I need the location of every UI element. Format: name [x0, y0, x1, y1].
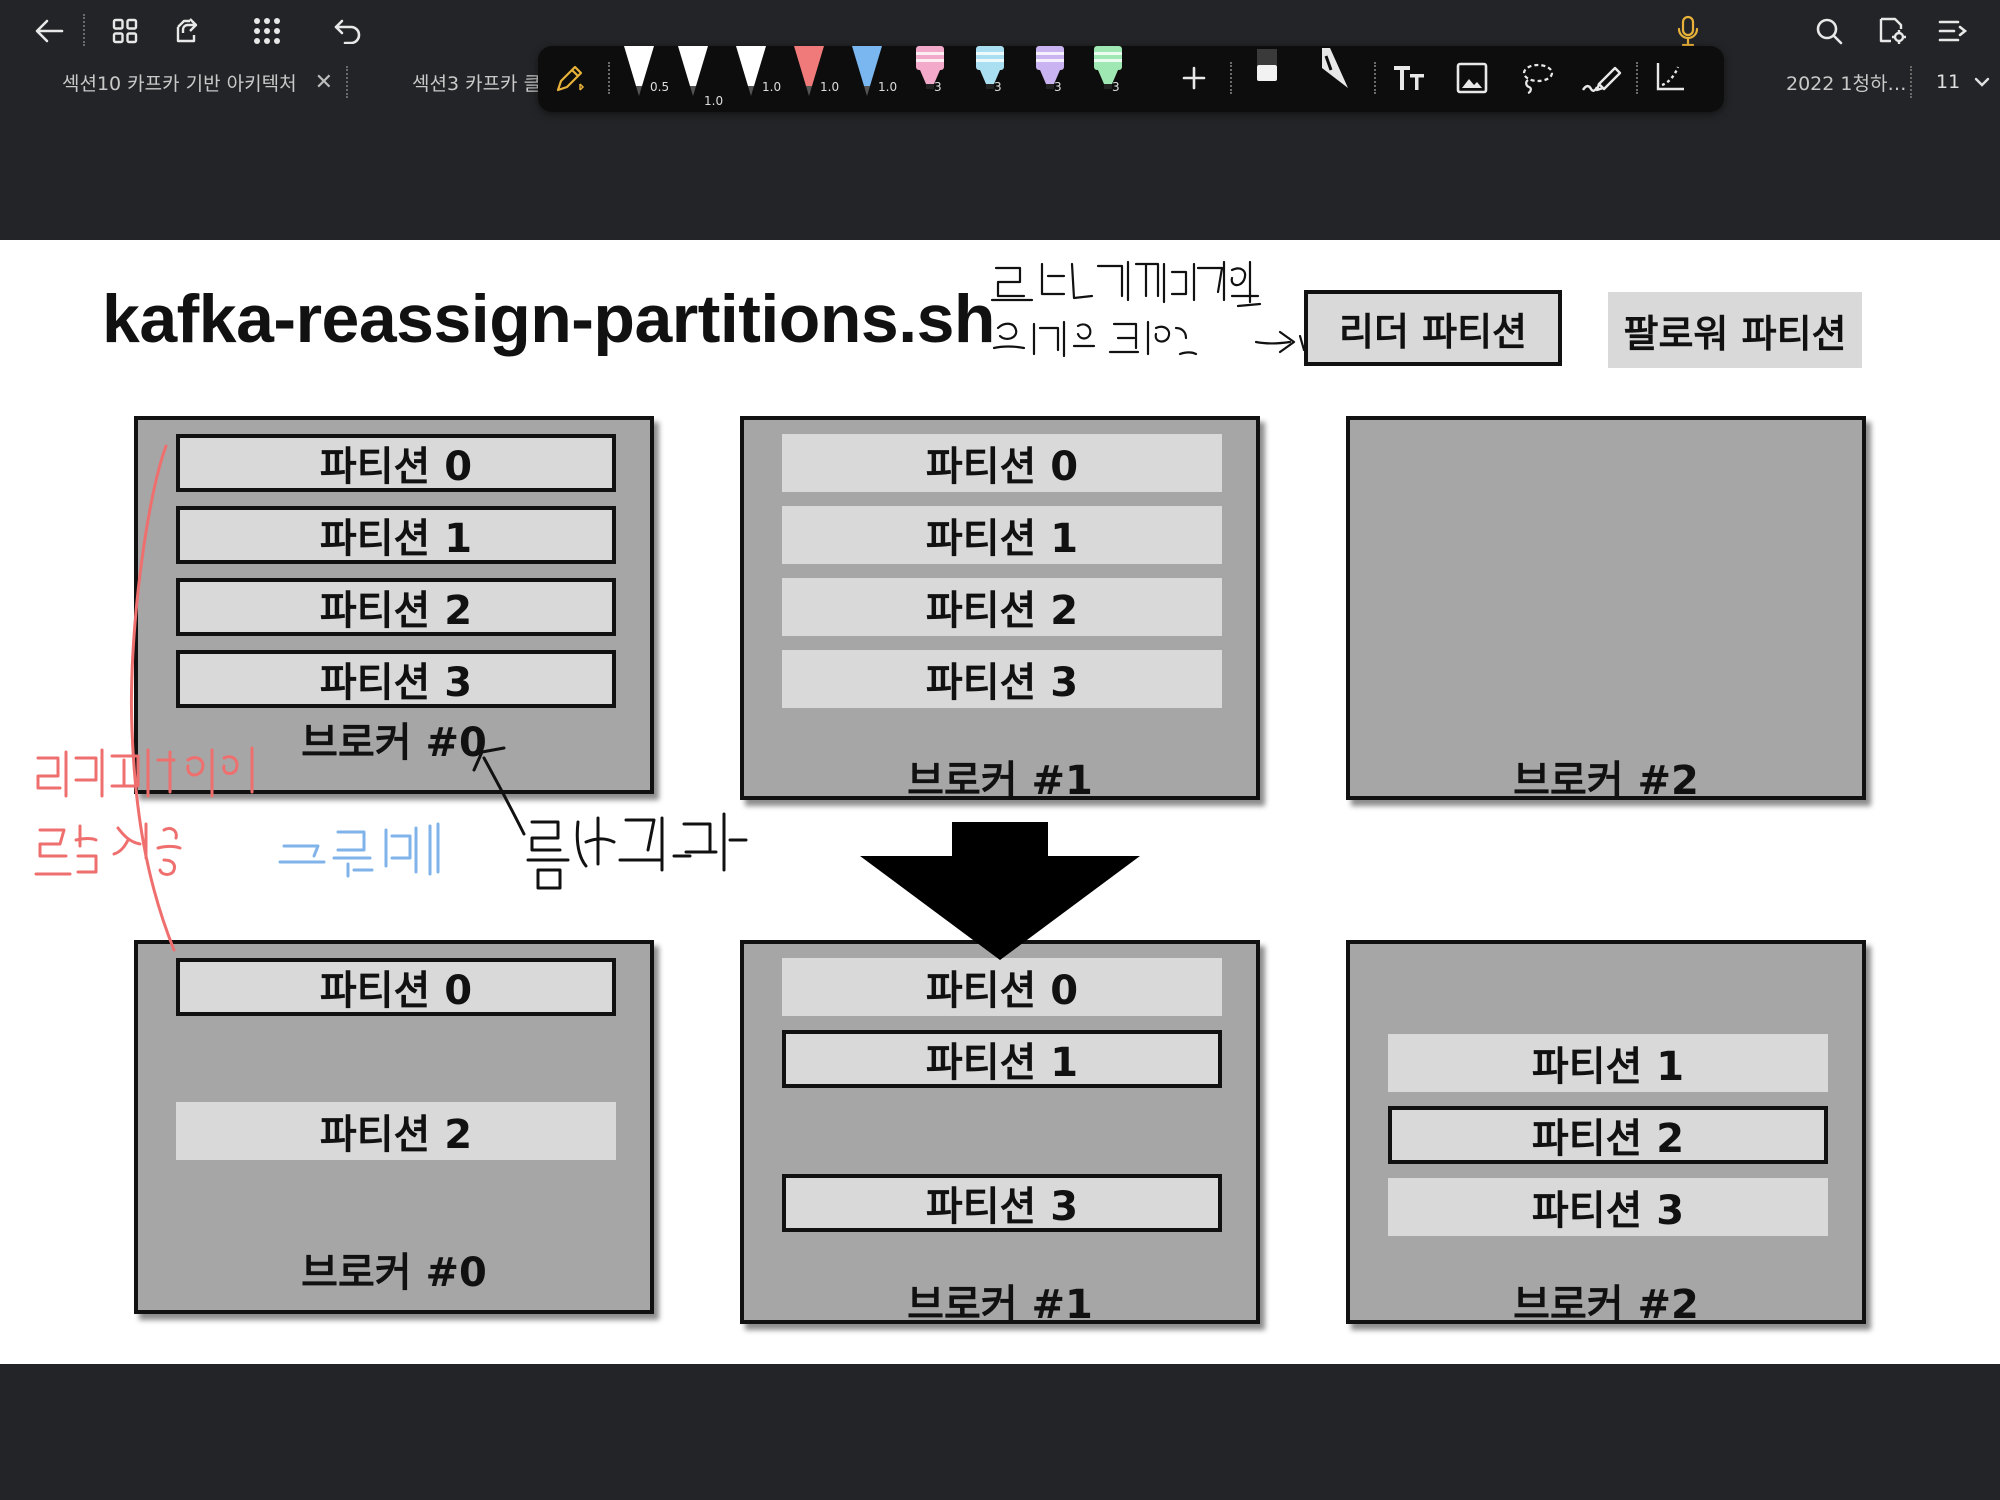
- pen-size-label: 1.0: [762, 80, 782, 94]
- export-icon[interactable]: [168, 12, 206, 48]
- back-arrow-icon[interactable]: [30, 14, 68, 48]
- search-icon[interactable]: [1812, 14, 1846, 48]
- legend-follower-partition: 팔로워 파티션: [1608, 292, 1862, 368]
- pen-size-label: 1.0: [878, 80, 898, 94]
- pen-size-label: 0.5: [650, 80, 670, 94]
- tab-section10[interactable]: 섹션10 카프카 기반 아키텍처 ✕: [62, 66, 333, 98]
- pen-tool-4[interactable]: 1.0: [792, 46, 839, 106]
- pen-toolbar: 0.5 1.0 1.0 1.0 1.0 3 3 3 3: [538, 46, 1724, 112]
- chevron-down-icon: [1974, 77, 1990, 87]
- legend-leader-partition: 리더 파티션: [1304, 290, 1562, 366]
- broker-2-after: 파티션 1 파티션 2 파티션 3 브로커 #2: [1346, 940, 1866, 1328]
- menu-list-icon[interactable]: [1936, 14, 1970, 48]
- pen-tool-7[interactable]: 3: [972, 46, 1012, 106]
- marker-icon: [1094, 46, 1122, 89]
- lasso-icon[interactable]: [1518, 60, 1556, 96]
- tab-section3[interactable]: 섹션3 카프카 클: [412, 66, 541, 98]
- broker-label: 브로커 #0: [301, 1250, 487, 1296]
- tab-label: 섹션3 카프카 클: [412, 72, 542, 95]
- grid-icon[interactable]: [108, 14, 142, 48]
- pen-tool-1[interactable]: 0.5: [622, 46, 669, 106]
- apps-dots-icon[interactable]: [250, 14, 284, 48]
- legend-leader-label: 리더 파티션: [1338, 309, 1528, 354]
- text-icon[interactable]: [1390, 60, 1430, 96]
- pen-size-label: 1.0: [820, 80, 840, 94]
- undo-icon[interactable]: [330, 14, 366, 48]
- broker-0-before: 파티션 0 파티션 1 파티션 2 파티션 3 브로커 #0: [134, 416, 654, 794]
- toolbar-divider: [83, 14, 85, 46]
- leader-partition: 파티션 1: [782, 1030, 1222, 1088]
- broker-label: 브로커 #1: [907, 1282, 1093, 1328]
- tab-label: 섹션10 카프카 기반 아키텍처: [62, 72, 297, 95]
- follower-partition: 파티션 2: [782, 578, 1222, 636]
- follower-partition: 파티션 0: [782, 958, 1222, 1016]
- broker-1-before: 파티션 0 파티션 1 파티션 2 파티션 3 브로커 #1: [740, 416, 1260, 804]
- leader-partition: 파티션 2: [176, 578, 616, 636]
- legend-follower-label: 팔로워 파티션: [1623, 311, 1847, 356]
- follower-partition: 파티션 2: [176, 1102, 616, 1160]
- down-arrow-icon: [860, 822, 1140, 960]
- leader-partition: 파티션 2: [1388, 1106, 1828, 1164]
- follower-partition: 파티션 1: [782, 506, 1222, 564]
- pen-tool-6[interactable]: 3: [912, 46, 952, 106]
- marker-icon: [976, 46, 1004, 89]
- eraser-icon[interactable]: [1250, 46, 1284, 92]
- tab-2022[interactable]: 2022 1청하…: [1786, 66, 1906, 98]
- handwritten-note-black: [526, 812, 748, 890]
- broker-label: 브로커 #1: [907, 758, 1093, 804]
- follower-partition: 파티션 3: [1388, 1178, 1828, 1236]
- toolbar-divider: [1636, 62, 1638, 94]
- tab-divider: [1910, 66, 1912, 98]
- follower-partition: 파티션 0: [782, 434, 1222, 492]
- pen-tip-icon: [678, 46, 708, 96]
- pen-tool-3[interactable]: 1.0: [734, 46, 781, 106]
- follower-partition: 파티션 3: [782, 650, 1222, 708]
- toolbar-divider: [1230, 62, 1232, 94]
- pencil-bluetooth-icon[interactable]: [552, 60, 588, 96]
- ruler-icon[interactable]: [1314, 46, 1354, 94]
- tab-divider: [346, 66, 348, 98]
- pen-size-label: 1.0: [704, 94, 724, 108]
- slide-page: kafka-reassign-partitions.sh 리더 파티션 팔로워 …: [0, 240, 2000, 1364]
- marker-icon: [916, 46, 944, 89]
- leader-partition: 파티션 3: [176, 650, 616, 708]
- pen-tool-2[interactable]: 1.0: [676, 46, 723, 108]
- pen-size-label: 3: [1054, 80, 1062, 94]
- follower-partition: 파티션 1: [1388, 1034, 1828, 1092]
- toolbar-divider: [608, 62, 610, 94]
- settings-doc-icon[interactable]: [1874, 12, 1910, 48]
- microphone-icon[interactable]: [1674, 12, 1702, 50]
- tab-count-dropdown[interactable]: 11: [1936, 66, 1990, 98]
- leader-partition: 파티션 0: [176, 434, 616, 492]
- plus-icon[interactable]: [1178, 62, 1210, 94]
- handwritten-note-top: [990, 260, 1306, 358]
- pen-size-label: 3: [1112, 80, 1120, 94]
- pen-tool-8[interactable]: 3: [1032, 46, 1072, 106]
- leader-partition: 파티션 3: [782, 1174, 1222, 1232]
- broker-0-after: 파티션 0 파티션 2 브로커 #0: [134, 940, 654, 1314]
- slide-title: kafka-reassign-partitions.sh: [102, 281, 995, 357]
- marker-icon: [1036, 46, 1064, 89]
- highlighter-icon[interactable]: [1580, 60, 1624, 96]
- image-icon[interactable]: [1454, 60, 1490, 96]
- handwritten-note-blue: [278, 822, 440, 878]
- broker-label: 브로커 #0: [301, 720, 487, 766]
- pen-tool-5[interactable]: 1.0: [850, 46, 897, 106]
- broker-label: 브로커 #2: [1513, 758, 1699, 804]
- broker-2-before: 브로커 #2: [1346, 416, 1866, 804]
- leader-partition: 파티션 0: [176, 958, 616, 1016]
- pen-tool-9[interactable]: 3: [1090, 46, 1130, 106]
- close-icon[interactable]: ✕: [315, 70, 333, 95]
- broker-label: 브로커 #2: [1513, 1282, 1699, 1328]
- broker-1-after: 파티션 0 파티션 1 파티션 3 브로커 #1: [740, 940, 1260, 1328]
- leader-partition: 파티션 1: [176, 506, 616, 564]
- pen-size-label: 3: [934, 80, 942, 94]
- tab-count: 11: [1936, 71, 1961, 93]
- tab-label: 2022 1청하…: [1786, 72, 1907, 95]
- pen-size-label: 3: [994, 80, 1002, 94]
- crop-icon[interactable]: [1650, 60, 1690, 96]
- toolbar-divider: [1374, 62, 1376, 94]
